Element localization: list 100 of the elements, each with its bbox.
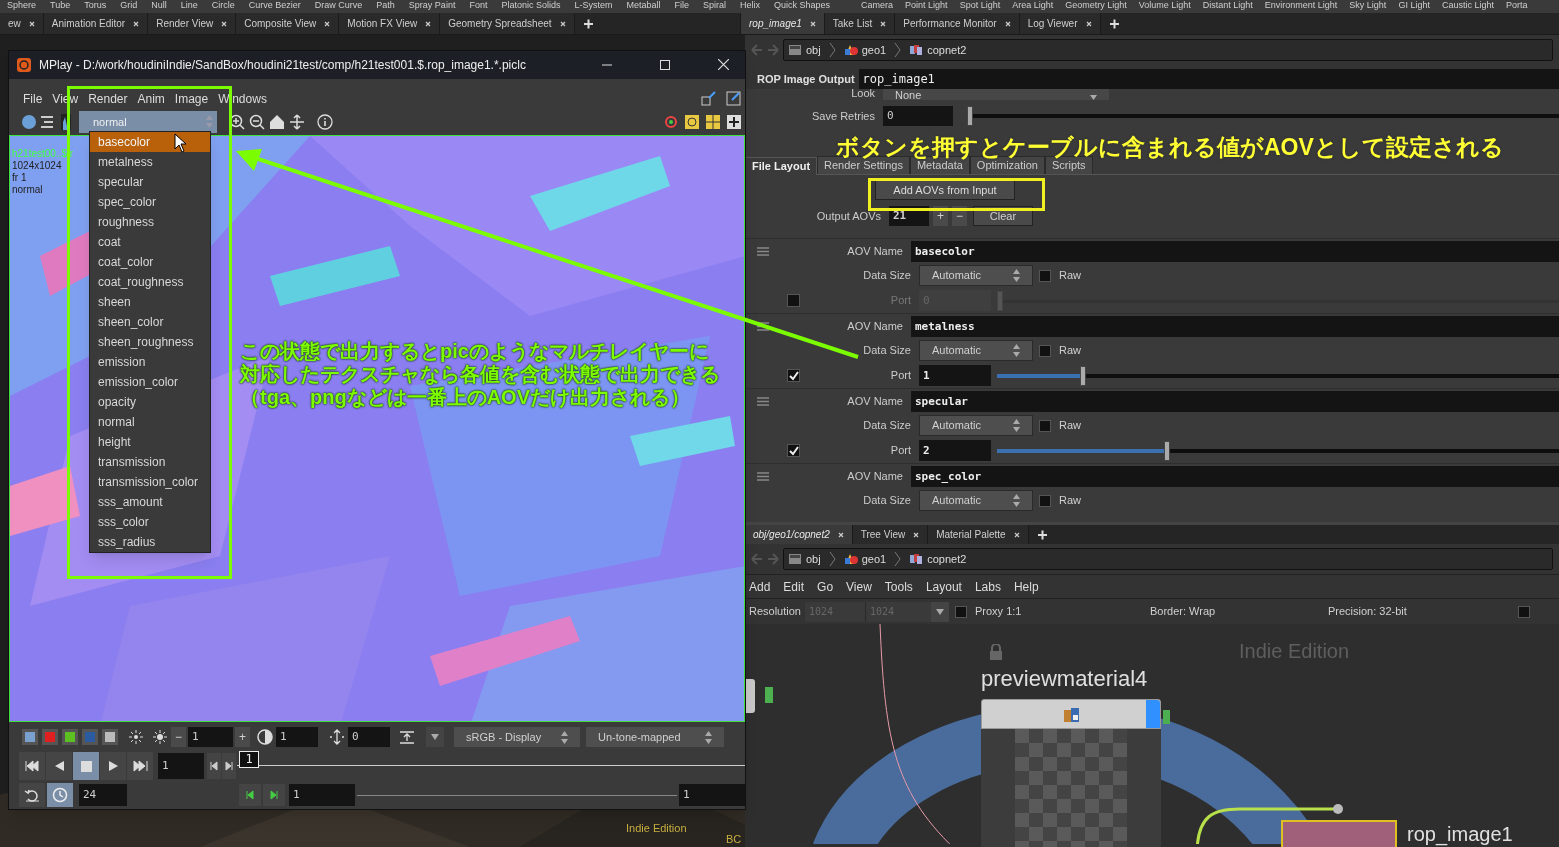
shelf-tool[interactable]: GI Light xyxy=(1392,0,1436,10)
menu-item[interactable]: Add xyxy=(749,577,771,596)
slider[interactable] xyxy=(967,106,1559,126)
shelf-tool[interactable]: Grid xyxy=(113,0,145,10)
raw-checkbox[interactable] xyxy=(1039,419,1051,432)
tab[interactable]: Geometry Spreadsheet xyxy=(440,13,575,34)
menu-item[interactable]: View xyxy=(846,577,872,596)
add-aovs-button[interactable]: Add AOVs from Input xyxy=(875,180,1015,200)
menu-item[interactable]: sheen_color xyxy=(90,312,210,332)
menu-item[interactable]: sheen_roughness xyxy=(90,332,210,352)
slider[interactable] xyxy=(997,440,1559,461)
menu-item[interactable]: Layout xyxy=(925,577,962,596)
shelf-tool[interactable]: Caustic Light xyxy=(1435,0,1500,10)
loop-button[interactable] xyxy=(19,783,45,808)
shelf-tool[interactable]: Spiral xyxy=(696,0,734,10)
shelf-tool[interactable]: File xyxy=(667,0,696,10)
menu-item[interactable]: emission xyxy=(90,352,210,372)
slider-handle[interactable] xyxy=(1163,440,1170,461)
menu-item[interactable]: Edit xyxy=(783,577,805,596)
path-segment[interactable]: obj xyxy=(806,550,821,568)
slider-handle[interactable] xyxy=(1080,365,1087,386)
tab[interactable]: Composite View xyxy=(236,13,340,34)
shelf-tool[interactable]: Geometry Light xyxy=(1059,0,1133,10)
range-end-field[interactable]: 1 xyxy=(679,784,745,807)
colorspace-dropdown[interactable]: sRGB - Display xyxy=(454,727,580,748)
range-start-button[interactable] xyxy=(239,784,261,807)
tab[interactable]: Performance Monitor xyxy=(895,13,1020,34)
port-checkbox[interactable] xyxy=(787,444,800,457)
look-dropdown[interactable]: None xyxy=(883,89,1109,100)
menu-item[interactable]: Labs xyxy=(974,577,1001,596)
slider-handle[interactable] xyxy=(997,290,1003,311)
number-field[interactable]: 0 xyxy=(348,727,390,748)
shelf-tool[interactable]: Circle xyxy=(204,0,242,10)
shelf-tool[interactable]: Sphere xyxy=(0,0,44,10)
shelf-tool[interactable]: Platonic Solids xyxy=(494,0,568,10)
menu-item[interactable]: metalness xyxy=(90,152,210,172)
slider-handle[interactable] xyxy=(967,106,973,126)
dropdown-button[interactable] xyxy=(426,727,444,748)
menu-item[interactable]: sheen xyxy=(90,292,210,312)
parameter-tab[interactable]: File Layout xyxy=(745,157,818,175)
frame-marker[interactable]: 1 xyxy=(239,751,259,769)
number-field[interactable]: 2 xyxy=(919,440,991,461)
data-size-dropdown[interactable]: Automatic xyxy=(919,265,1033,286)
frame-field[interactable]: 1 xyxy=(158,753,204,780)
menu-item[interactable]: Help xyxy=(1013,577,1039,596)
shelf-tool[interactable]: Spot Light xyxy=(953,0,1007,10)
port-checkbox[interactable] xyxy=(787,369,800,382)
path-segment[interactable]: geo1 xyxy=(861,41,887,59)
step-back-button[interactable] xyxy=(207,753,221,780)
menu-item[interactable]: normal xyxy=(90,412,210,432)
shelf-tool[interactable]: Spray Paint xyxy=(401,0,463,10)
shelf-tool[interactable]: L-System xyxy=(567,0,620,10)
tab[interactable]: Take List xyxy=(824,13,896,34)
number-field[interactable]: 0 xyxy=(883,106,953,126)
menu-item[interactable]: coat_color xyxy=(90,252,210,272)
play-button[interactable] xyxy=(100,752,126,781)
checkbox[interactable] xyxy=(955,605,967,618)
menu-item[interactable]: height xyxy=(90,432,210,452)
menu-item[interactable]: specular xyxy=(90,172,210,192)
menu-item[interactable]: transmission xyxy=(90,452,210,472)
tab[interactable]: Log Viewer xyxy=(1019,13,1101,34)
checkbox[interactable] xyxy=(1518,605,1530,618)
aov-name-field[interactable]: basecolor xyxy=(911,240,1559,262)
tab[interactable]: Material Palette xyxy=(928,525,1029,544)
menu-item[interactable]: opacity xyxy=(90,392,210,412)
menu-item[interactable]: roughness xyxy=(90,212,210,232)
menu-item[interactable]: File xyxy=(23,89,43,108)
shelf-tool[interactable]: Draw Curve xyxy=(307,0,370,10)
shelf-tool[interactable]: Distant Light xyxy=(1196,0,1259,10)
path-segment[interactable]: copnet2 xyxy=(927,550,967,568)
data-size-dropdown[interactable]: Automatic xyxy=(919,340,1033,361)
menu-item[interactable]: Image xyxy=(174,89,209,108)
tab[interactable]: Render View xyxy=(148,13,237,34)
tab[interactable]: Animation Editor xyxy=(43,13,149,34)
aov-name-field[interactable]: metalness xyxy=(911,315,1559,337)
tonemap-dropdown[interactable]: Un-tone-mapped xyxy=(586,727,724,748)
shelf-tool[interactable]: Porta xyxy=(1499,0,1534,10)
shelf-tool[interactable]: Torus xyxy=(77,0,114,10)
increment-button[interactable]: + xyxy=(235,727,250,748)
fps-field[interactable]: 24 xyxy=(79,784,127,807)
menu-item[interactable]: coat xyxy=(90,232,210,252)
play-reverse-button[interactable] xyxy=(46,752,72,781)
shelf-tool[interactable]: Font xyxy=(462,0,495,10)
data-size-dropdown[interactable]: Automatic xyxy=(919,415,1033,436)
shelf-tool[interactable]: Volume Light xyxy=(1132,0,1197,10)
skip-back-button[interactable] xyxy=(19,752,45,781)
data-size-dropdown[interactable]: Automatic xyxy=(919,490,1033,511)
range-start-field[interactable]: 1 xyxy=(289,784,355,807)
menu-item[interactable]: transmission_color xyxy=(90,472,210,492)
number-field[interactable]: 1 xyxy=(188,727,233,748)
shelf-tool[interactable]: Camera xyxy=(855,0,900,10)
stop-button[interactable] xyxy=(73,752,99,781)
menu-item[interactable]: spec_color xyxy=(90,192,210,212)
tab[interactable]: ew xyxy=(0,13,44,34)
menu-item[interactable]: Go xyxy=(817,577,834,596)
shelf-tool[interactable]: Area Light xyxy=(1006,0,1060,10)
path-segment[interactable]: obj xyxy=(806,41,821,59)
step-forward-button[interactable] xyxy=(222,753,236,780)
raw-checkbox[interactable] xyxy=(1039,344,1051,357)
shelf-tool[interactable]: Metaball xyxy=(619,0,668,10)
